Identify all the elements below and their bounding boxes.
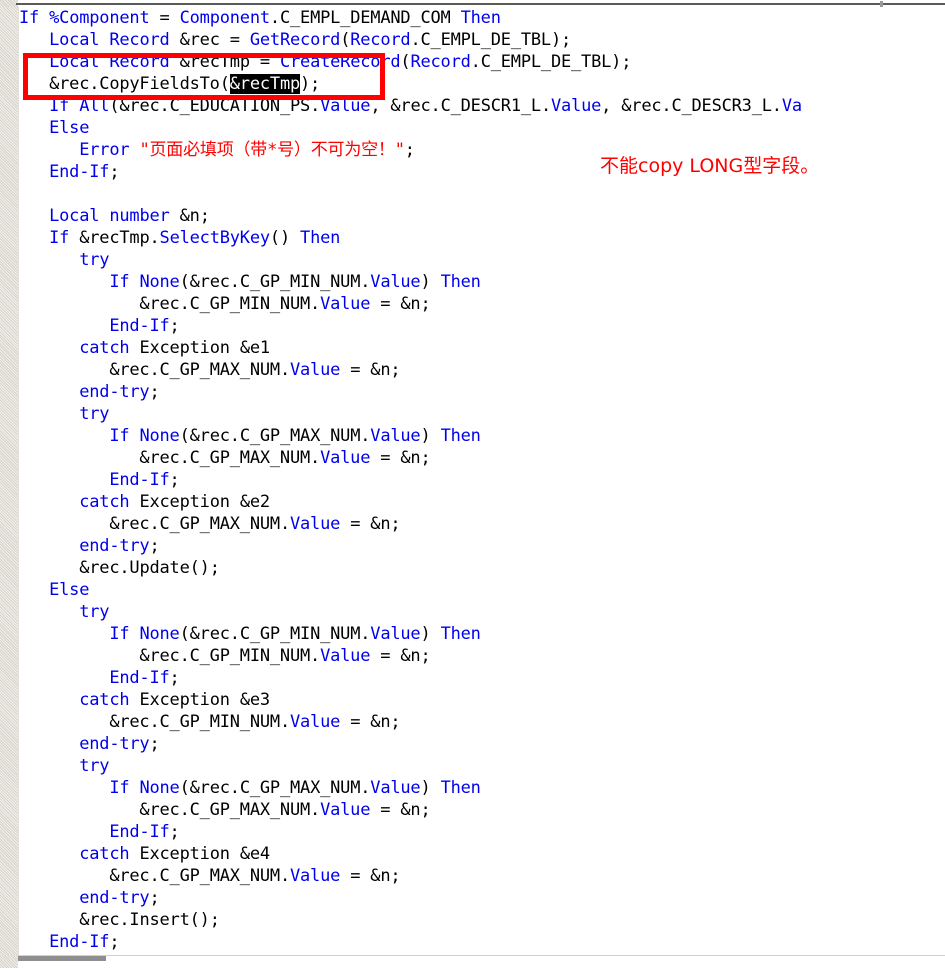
error-string-literal: "页面必填项（带*号）不可为空！"	[139, 140, 405, 160]
code-line: End-If;	[109, 668, 180, 688]
code-line: end-try;	[79, 382, 160, 402]
code-line: If %Component = Component.C_EMPL_DEMAND_…	[19, 8, 501, 28]
code-line: Else	[49, 118, 90, 138]
window-top-chrome	[0, 0, 945, 7]
code-line: Local Record &recTmp = CreateRecord(Reco…	[49, 52, 632, 72]
selected-token[interactable]: &recTmp	[229, 74, 300, 94]
code-line: Local number &n;	[49, 206, 210, 226]
code-line: &rec.C_GP_MAX_NUM.Value = &n;	[139, 448, 431, 468]
code-line: &rec.C_GP_MAX_NUM.Value = &n;	[139, 800, 431, 820]
code-line: try	[79, 602, 110, 622]
window-bottom-chrome	[0, 955, 945, 970]
code-line: &rec.C_GP_MAX_NUM.Value = &n;	[109, 360, 401, 380]
code-line: &rec.Update();	[79, 558, 220, 578]
code-line: End-If;	[109, 470, 180, 490]
code-line: end-try;	[79, 888, 160, 908]
code-editor-surface[interactable]: If %Component = Component.C_EMPL_DEMAND_…	[19, 7, 945, 955]
code-line: &rec.Insert();	[79, 910, 220, 930]
code-line: If None(&rec.C_GP_MAX_NUM.Value) Then	[109, 426, 481, 446]
code-editor-screenshot: If %Component = Component.C_EMPL_DEMAND_…	[0, 0, 945, 970]
code-line: &rec.C_GP_MIN_NUM.Value = &n;	[139, 646, 431, 666]
code-line: End-If;	[109, 822, 180, 842]
code-line: If None(&rec.C_GP_MIN_NUM.Value) Then	[109, 624, 481, 644]
editor-gutter[interactable]	[0, 7, 19, 955]
code-line: catch Exception &e3	[79, 690, 270, 710]
code-line: &rec.C_GP_MIN_NUM.Value = &n;	[109, 712, 401, 732]
window-divider-rule	[16, 3, 945, 5]
code-line: If All(&rec.C_EDUCATION_PS.Value, &rec.C…	[49, 96, 802, 116]
bottom-left-corner-texture	[0, 955, 18, 968]
code-line: End-If;	[109, 316, 180, 336]
horizontal-scrollbar-track[interactable]	[18, 955, 945, 966]
code-line: If &recTmp.SelectByKey() Then	[49, 228, 341, 248]
code-line: &rec.C_GP_MAX_NUM.Value = &n;	[109, 866, 401, 886]
code-line: try	[79, 756, 110, 776]
code-line: end-try;	[79, 536, 160, 556]
code-line: try	[79, 404, 110, 424]
code-line: end-try;	[79, 734, 160, 754]
annotation-note: 不能copy LONG型字段。	[600, 155, 820, 177]
code-line: catch Exception &e2	[79, 492, 270, 512]
code-line: catch Exception &e4	[79, 844, 270, 864]
code-line: End-If;	[49, 932, 120, 952]
code-line: &rec.C_GP_MIN_NUM.Value = &n;	[139, 294, 431, 314]
code-line: try	[79, 250, 110, 270]
code-line: &rec.CopyFieldsTo(&recTmp);	[49, 74, 321, 94]
code-line: If None(&rec.C_GP_MAX_NUM.Value) Then	[109, 778, 481, 798]
code-line: catch Exception &e1	[79, 338, 270, 358]
horizontal-scrollbar-thumb[interactable]	[18, 956, 106, 961]
code-line: Local Record &rec = GetRecord(Record.C_E…	[49, 30, 572, 50]
code-listing[interactable]: If %Component = Component.C_EMPL_DEMAND_…	[19, 7, 802, 953]
code-line: If None(&rec.C_GP_MIN_NUM.Value) Then	[109, 272, 481, 292]
code-line: &rec.C_GP_MAX_NUM.Value = &n;	[109, 514, 401, 534]
code-line: Else	[49, 580, 90, 600]
